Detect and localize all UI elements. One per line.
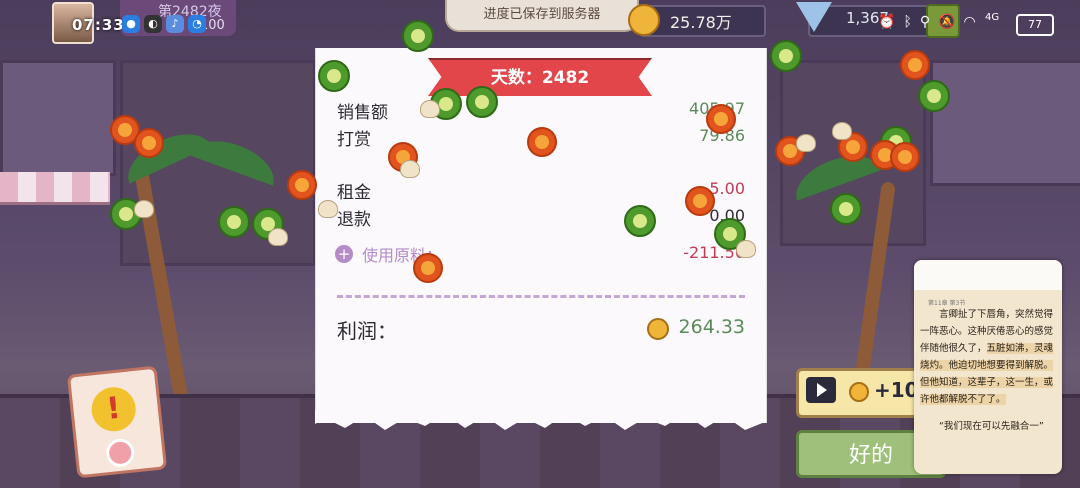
location-icon: ⚲ [919,14,931,30]
awning-left [0,172,110,205]
pepper-slice-icon [918,80,950,112]
window-left [0,60,116,176]
garlic-icon [134,200,154,218]
garlic-icon [400,160,420,178]
diamond-icon [796,2,832,32]
reader-text: 言卿扯了下唇角，突然觉得一阵恶心。这种厌倦恶心的感觉伴随他很久了，五脏如沸，灵魂… [920,306,1056,445]
floating-reader-window[interactable]: 第11章 第3节 言卿扯了下唇角，突然觉得一阵恶心。这种厌倦恶心的感觉伴随他很久… [914,260,1062,474]
coin-icon [647,318,669,340]
app-notification-icon: ● [122,15,140,33]
pepper-slice-icon [318,60,350,92]
wifi-icon: ◠ [963,14,976,30]
receipt-divider [337,295,745,298]
garlic-icon [268,228,288,246]
notification-icons: ● ◐ ♪ ◔ [122,15,206,33]
ad-reward-label: +10 [874,378,919,402]
pepper-slice-icon [402,20,434,52]
reader-toolbar[interactable] [914,260,1062,290]
tomato-slice-icon [685,186,715,216]
play-video-icon [806,377,836,403]
reader-paragraph-2: “我们现在可以先融合一” [939,421,1044,432]
tomato-slice-icon [134,128,164,158]
pepper-slice-icon [624,205,656,237]
mute-icon: 🔕 [938,14,956,30]
profit-value: 264.33 [678,316,745,338]
pepper-slice-icon [218,206,250,238]
tomato-slice-icon [287,170,317,200]
qq-icon: ◐ [144,15,162,33]
tips-label: 打赏 [337,130,371,150]
rent-label: 租金 [337,183,371,203]
garlic-icon [736,240,756,258]
day-count-ribbon: 天数：2482 [428,58,652,96]
music-icon: ♪ [166,15,184,33]
tomato-slice-icon [890,142,920,172]
exclamation-icon: ! [89,385,138,434]
coin-icon [628,4,660,36]
sales-label: 销售额 [337,103,388,123]
network-type: 4G [985,12,1000,23]
tomato-slice-icon [527,127,557,157]
alert-card[interactable]: ! [66,365,168,479]
pepper-slice-icon [830,193,862,225]
tomato-slice-icon [900,50,930,80]
status-bar: 第2482夜 100 07:33 ● ◐ ♪ ◔ 进度已保存到服务器 25.78… [0,0,1080,48]
receipt-torn-edge [315,410,765,430]
clock-time: 07:33 [72,16,125,34]
coin-value: 25.78万 [670,13,732,32]
garlic-icon [420,100,440,118]
pepper-slice-icon [770,40,802,72]
battery-indicator: 77 [1016,14,1054,36]
garlic-icon [796,134,816,152]
alarm-icon: ⏰ [878,14,896,30]
window-right [930,60,1080,186]
bluetooth-icon: ᛒ [903,14,912,30]
progress-saved-toast: 进度已保存到服务器 [445,0,639,32]
garlic-icon [318,200,338,218]
system-icons: ⏰ ᛒ ⚲ 🔕 ◠ [878,14,976,30]
expand-ingredients-icon[interactable]: + [335,245,353,263]
chat-icon: ◔ [188,15,206,33]
refund-label: 退款 [337,210,371,230]
garlic-icon [832,122,852,140]
profit-label: 利润： [337,319,397,343]
tomato-slice-icon [706,104,736,134]
pepper-slice-icon [466,86,498,118]
tomato-slice-icon [413,253,443,283]
coin-icon [849,382,869,402]
alert-button-dot[interactable] [104,437,136,469]
